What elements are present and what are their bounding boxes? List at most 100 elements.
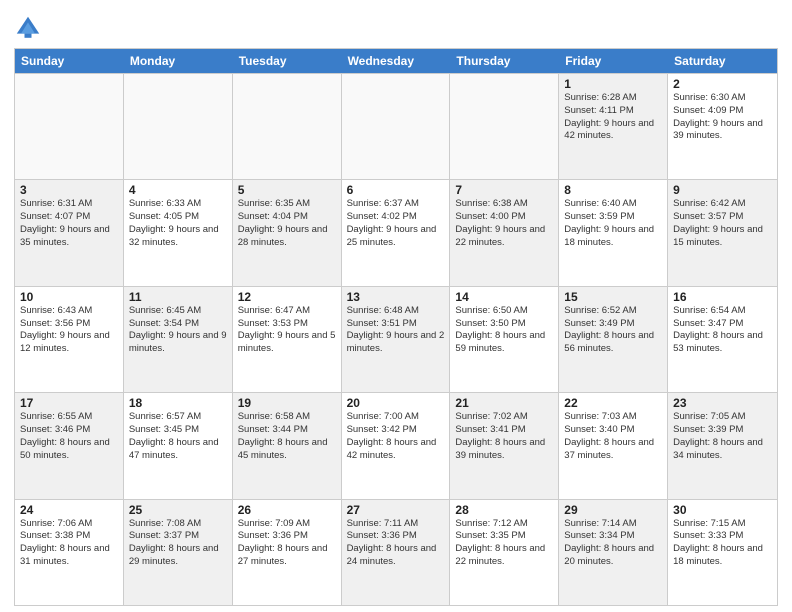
header	[14, 10, 778, 42]
calendar-row-3: 10Sunrise: 6:43 AM Sunset: 3:56 PM Dayli…	[15, 286, 777, 392]
day-number: 4	[129, 183, 227, 197]
page: SundayMondayTuesdayWednesdayThursdayFrid…	[0, 0, 792, 612]
calendar-cell: 21Sunrise: 7:02 AM Sunset: 3:41 PM Dayli…	[450, 393, 559, 498]
calendar-cell: 9Sunrise: 6:42 AM Sunset: 3:57 PM Daylig…	[668, 180, 777, 285]
day-number: 26	[238, 503, 336, 517]
day-info: Sunrise: 6:50 AM Sunset: 3:50 PM Dayligh…	[455, 305, 553, 356]
day-info: Sunrise: 6:33 AM Sunset: 4:05 PM Dayligh…	[129, 198, 227, 249]
day-info: Sunrise: 7:02 AM Sunset: 3:41 PM Dayligh…	[455, 411, 553, 462]
calendar-cell: 18Sunrise: 6:57 AM Sunset: 3:45 PM Dayli…	[124, 393, 233, 498]
calendar-cell: 26Sunrise: 7:09 AM Sunset: 3:36 PM Dayli…	[233, 500, 342, 605]
calendar-cell: 30Sunrise: 7:15 AM Sunset: 3:33 PM Dayli…	[668, 500, 777, 605]
day-info: Sunrise: 6:54 AM Sunset: 3:47 PM Dayligh…	[673, 305, 772, 356]
calendar-cell: 20Sunrise: 7:00 AM Sunset: 3:42 PM Dayli…	[342, 393, 451, 498]
day-info: Sunrise: 6:35 AM Sunset: 4:04 PM Dayligh…	[238, 198, 336, 249]
header-day-friday: Friday	[559, 49, 668, 73]
day-info: Sunrise: 6:55 AM Sunset: 3:46 PM Dayligh…	[20, 411, 118, 462]
calendar-cell: 13Sunrise: 6:48 AM Sunset: 3:51 PM Dayli…	[342, 287, 451, 392]
day-number: 14	[455, 290, 553, 304]
day-info: Sunrise: 6:58 AM Sunset: 3:44 PM Dayligh…	[238, 411, 336, 462]
calendar-cell: 24Sunrise: 7:06 AM Sunset: 3:38 PM Dayli…	[15, 500, 124, 605]
calendar-cell: 1Sunrise: 6:28 AM Sunset: 4:11 PM Daylig…	[559, 74, 668, 179]
day-info: Sunrise: 7:00 AM Sunset: 3:42 PM Dayligh…	[347, 411, 445, 462]
calendar-cell: 5Sunrise: 6:35 AM Sunset: 4:04 PM Daylig…	[233, 180, 342, 285]
calendar-cell: 8Sunrise: 6:40 AM Sunset: 3:59 PM Daylig…	[559, 180, 668, 285]
day-info: Sunrise: 6:57 AM Sunset: 3:45 PM Dayligh…	[129, 411, 227, 462]
day-number: 7	[455, 183, 553, 197]
day-info: Sunrise: 6:38 AM Sunset: 4:00 PM Dayligh…	[455, 198, 553, 249]
day-info: Sunrise: 6:47 AM Sunset: 3:53 PM Dayligh…	[238, 305, 336, 356]
day-info: Sunrise: 7:08 AM Sunset: 3:37 PM Dayligh…	[129, 518, 227, 569]
calendar-cell: 4Sunrise: 6:33 AM Sunset: 4:05 PM Daylig…	[124, 180, 233, 285]
day-number: 3	[20, 183, 118, 197]
day-number: 6	[347, 183, 445, 197]
calendar-cell: 7Sunrise: 6:38 AM Sunset: 4:00 PM Daylig…	[450, 180, 559, 285]
day-number: 24	[20, 503, 118, 517]
day-info: Sunrise: 7:14 AM Sunset: 3:34 PM Dayligh…	[564, 518, 662, 569]
logo	[14, 14, 44, 42]
day-number: 15	[564, 290, 662, 304]
calendar-cell: 28Sunrise: 7:12 AM Sunset: 3:35 PM Dayli…	[450, 500, 559, 605]
day-number: 19	[238, 396, 336, 410]
day-number: 10	[20, 290, 118, 304]
day-number: 23	[673, 396, 772, 410]
day-info: Sunrise: 7:05 AM Sunset: 3:39 PM Dayligh…	[673, 411, 772, 462]
calendar-row-1: 1Sunrise: 6:28 AM Sunset: 4:11 PM Daylig…	[15, 73, 777, 179]
calendar-cell: 19Sunrise: 6:58 AM Sunset: 3:44 PM Dayli…	[233, 393, 342, 498]
header-day-monday: Monday	[124, 49, 233, 73]
header-day-saturday: Saturday	[668, 49, 777, 73]
day-info: Sunrise: 6:42 AM Sunset: 3:57 PM Dayligh…	[673, 198, 772, 249]
calendar-body: 1Sunrise: 6:28 AM Sunset: 4:11 PM Daylig…	[15, 73, 777, 605]
calendar-cell	[450, 74, 559, 179]
day-number: 22	[564, 396, 662, 410]
day-info: Sunrise: 6:52 AM Sunset: 3:49 PM Dayligh…	[564, 305, 662, 356]
day-number: 28	[455, 503, 553, 517]
day-number: 13	[347, 290, 445, 304]
day-info: Sunrise: 6:45 AM Sunset: 3:54 PM Dayligh…	[129, 305, 227, 356]
calendar-cell	[15, 74, 124, 179]
calendar-cell: 27Sunrise: 7:11 AM Sunset: 3:36 PM Dayli…	[342, 500, 451, 605]
calendar-cell	[342, 74, 451, 179]
day-info: Sunrise: 7:11 AM Sunset: 3:36 PM Dayligh…	[347, 518, 445, 569]
header-day-wednesday: Wednesday	[342, 49, 451, 73]
day-number: 16	[673, 290, 772, 304]
calendar-cell: 14Sunrise: 6:50 AM Sunset: 3:50 PM Dayli…	[450, 287, 559, 392]
calendar-cell: 25Sunrise: 7:08 AM Sunset: 3:37 PM Dayli…	[124, 500, 233, 605]
calendar-row-4: 17Sunrise: 6:55 AM Sunset: 3:46 PM Dayli…	[15, 392, 777, 498]
calendar-cell: 29Sunrise: 7:14 AM Sunset: 3:34 PM Dayli…	[559, 500, 668, 605]
calendar-cell: 22Sunrise: 7:03 AM Sunset: 3:40 PM Dayli…	[559, 393, 668, 498]
day-number: 17	[20, 396, 118, 410]
day-info: Sunrise: 7:12 AM Sunset: 3:35 PM Dayligh…	[455, 518, 553, 569]
calendar-cell: 10Sunrise: 6:43 AM Sunset: 3:56 PM Dayli…	[15, 287, 124, 392]
day-number: 25	[129, 503, 227, 517]
calendar-cell: 12Sunrise: 6:47 AM Sunset: 3:53 PM Dayli…	[233, 287, 342, 392]
day-info: Sunrise: 7:06 AM Sunset: 3:38 PM Dayligh…	[20, 518, 118, 569]
day-number: 27	[347, 503, 445, 517]
day-info: Sunrise: 7:15 AM Sunset: 3:33 PM Dayligh…	[673, 518, 772, 569]
day-number: 1	[564, 77, 662, 91]
day-info: Sunrise: 6:30 AM Sunset: 4:09 PM Dayligh…	[673, 92, 772, 143]
day-info: Sunrise: 7:09 AM Sunset: 3:36 PM Dayligh…	[238, 518, 336, 569]
header-day-thursday: Thursday	[450, 49, 559, 73]
day-number: 11	[129, 290, 227, 304]
day-info: Sunrise: 6:43 AM Sunset: 3:56 PM Dayligh…	[20, 305, 118, 356]
day-info: Sunrise: 6:40 AM Sunset: 3:59 PM Dayligh…	[564, 198, 662, 249]
calendar-header: SundayMondayTuesdayWednesdayThursdayFrid…	[15, 49, 777, 73]
calendar-row-2: 3Sunrise: 6:31 AM Sunset: 4:07 PM Daylig…	[15, 179, 777, 285]
day-number: 5	[238, 183, 336, 197]
day-number: 20	[347, 396, 445, 410]
day-number: 9	[673, 183, 772, 197]
day-number: 8	[564, 183, 662, 197]
day-info: Sunrise: 6:37 AM Sunset: 4:02 PM Dayligh…	[347, 198, 445, 249]
header-day-tuesday: Tuesday	[233, 49, 342, 73]
calendar-cell: 6Sunrise: 6:37 AM Sunset: 4:02 PM Daylig…	[342, 180, 451, 285]
calendar-cell: 16Sunrise: 6:54 AM Sunset: 3:47 PM Dayli…	[668, 287, 777, 392]
calendar-cell: 11Sunrise: 6:45 AM Sunset: 3:54 PM Dayli…	[124, 287, 233, 392]
day-info: Sunrise: 6:28 AM Sunset: 4:11 PM Dayligh…	[564, 92, 662, 143]
day-number: 30	[673, 503, 772, 517]
day-number: 12	[238, 290, 336, 304]
header-day-sunday: Sunday	[15, 49, 124, 73]
day-number: 29	[564, 503, 662, 517]
calendar-row-5: 24Sunrise: 7:06 AM Sunset: 3:38 PM Dayli…	[15, 499, 777, 605]
calendar-cell: 17Sunrise: 6:55 AM Sunset: 3:46 PM Dayli…	[15, 393, 124, 498]
